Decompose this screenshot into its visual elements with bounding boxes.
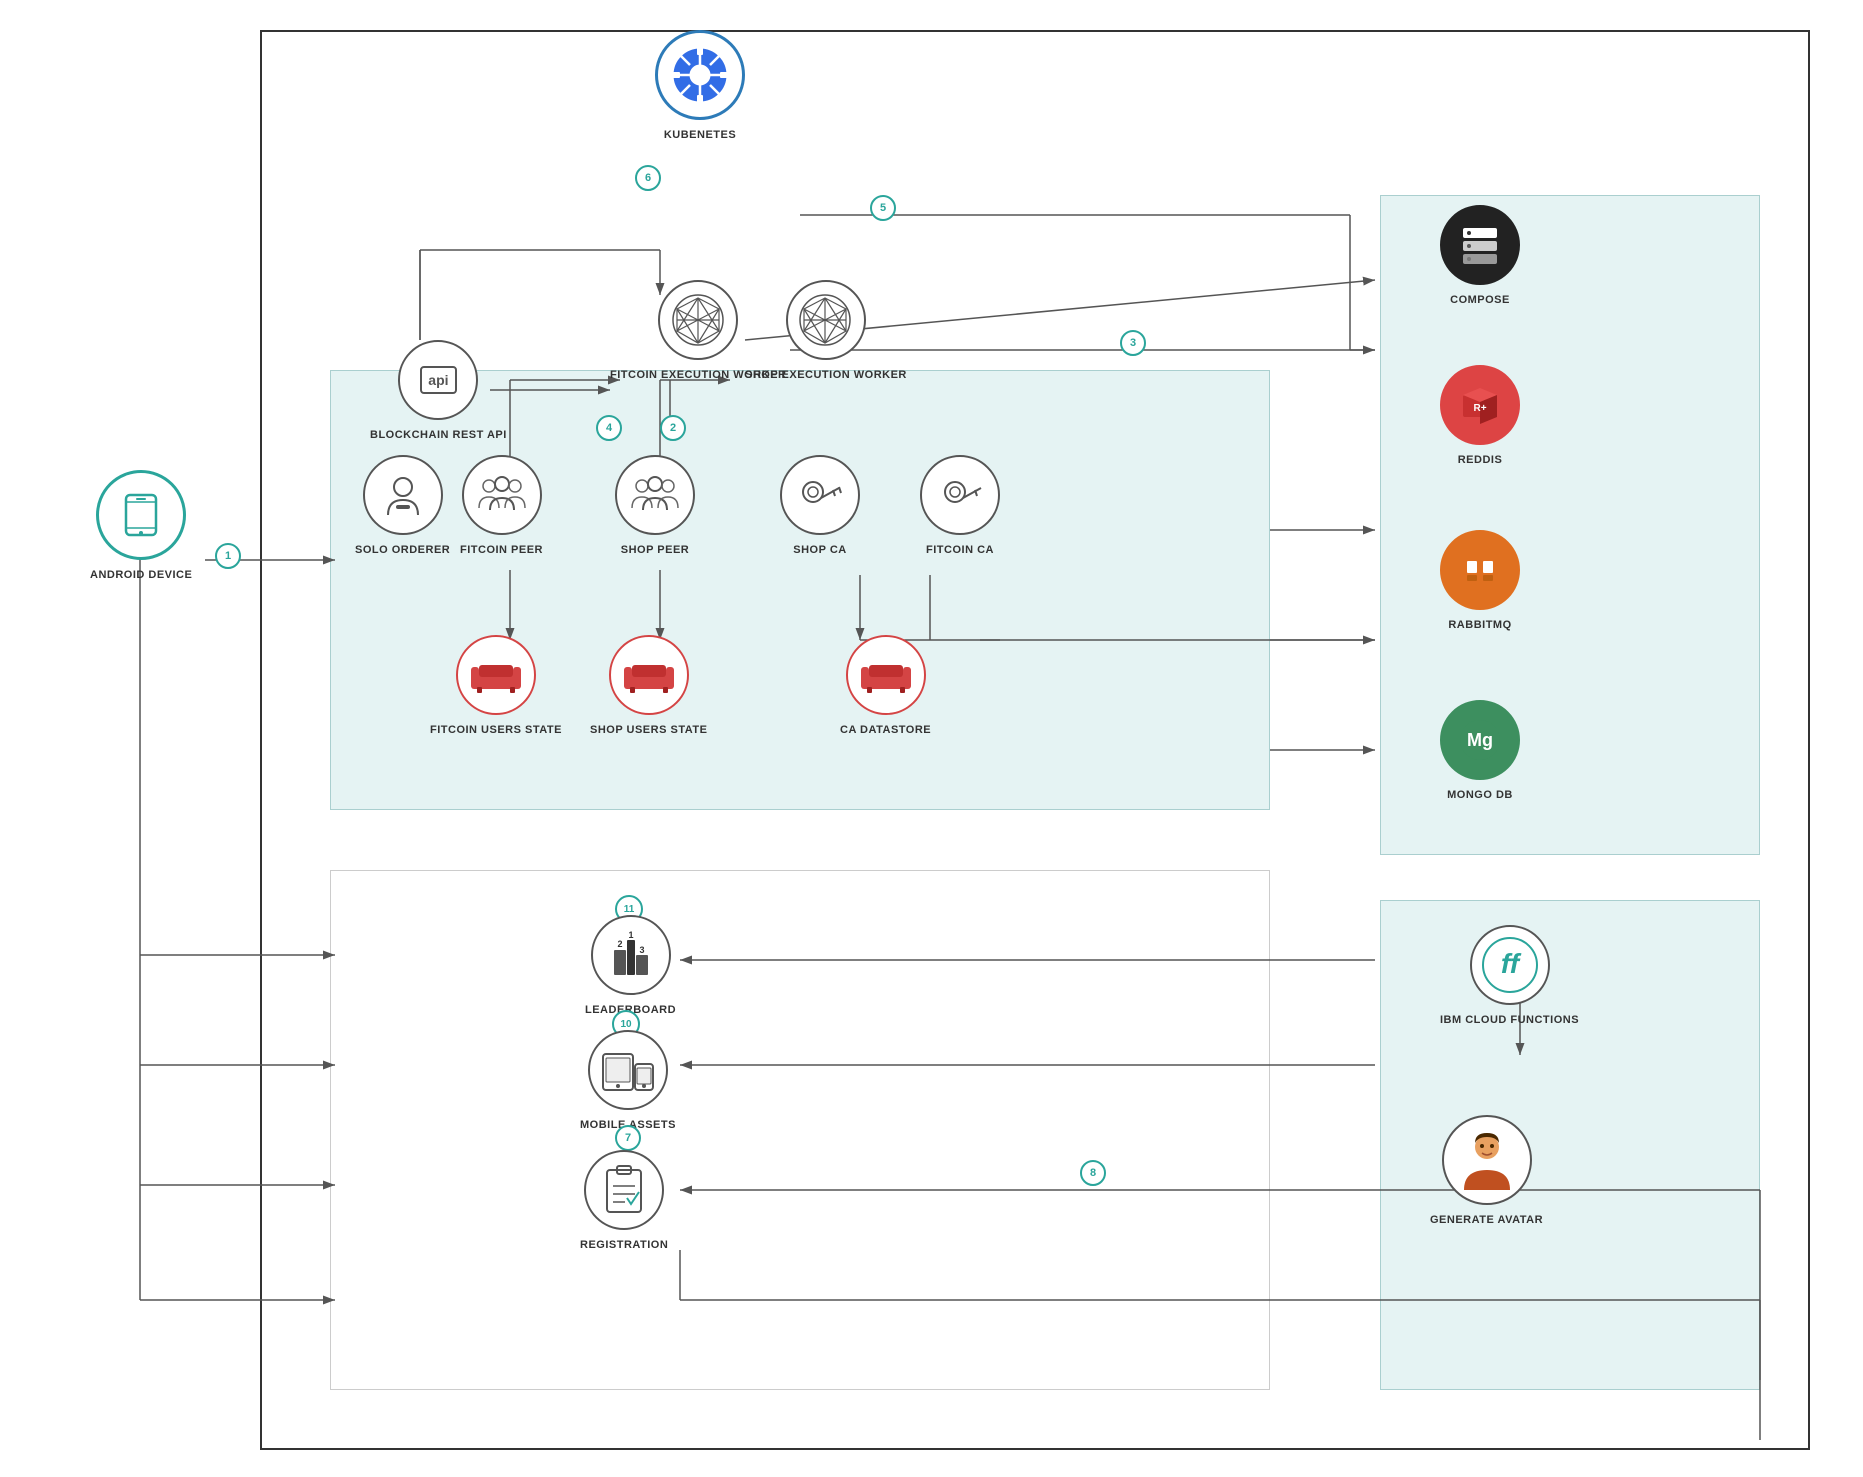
redis-icon: R+ xyxy=(1440,365,1520,445)
rabbitmq-icon xyxy=(1440,530,1520,610)
step-1: 1 xyxy=(215,543,241,569)
generate-avatar-node: GENERATE AVATAR xyxy=(1430,1115,1543,1227)
step-5: 5 xyxy=(870,195,896,221)
svg-text:2: 2 xyxy=(617,939,622,949)
svg-text:3: 3 xyxy=(639,945,644,955)
shop-state-node: SHOP USERS STATE xyxy=(590,635,707,737)
ca-datastore-icon xyxy=(846,635,926,715)
compose-node: COMPOSE xyxy=(1440,205,1520,307)
shop-ca-icon xyxy=(780,455,860,535)
compose-icon xyxy=(1440,205,1520,285)
fitcoin-state-icon xyxy=(456,635,536,715)
shop-worker-node: SHOP EXECUTION WORKER xyxy=(745,280,907,382)
shop-peer-label: SHOP PEER xyxy=(621,543,690,557)
blockchain-api-node: api BLOCKCHAIN REST API xyxy=(370,340,507,442)
shop-ca-label: SHOP CA xyxy=(793,543,846,557)
registration-node: REGISTRATION xyxy=(580,1150,668,1252)
android-node: ANDROID DEVICE xyxy=(90,470,192,582)
diagram-container: KUBENETES ANDROID DEVICE 1 api BLOCKCHAI… xyxy=(0,0,1863,1477)
rabbitmq-label: RABBITMQ xyxy=(1448,618,1511,632)
leaderboard-icon: 2 1 3 xyxy=(591,915,671,995)
mongodb-node: Mg MONGO DB xyxy=(1440,700,1520,802)
right-services-box xyxy=(1380,195,1760,855)
ca-datastore-node: CA DATASTORE xyxy=(840,635,931,737)
fitcoin-ca-label: FITCOIN CA xyxy=(926,543,994,557)
lower-box xyxy=(330,870,1270,1390)
fitcoin-peer-icon xyxy=(462,455,542,535)
fitcoin-worker-icon xyxy=(658,280,738,360)
svg-text:1: 1 xyxy=(628,930,633,940)
android-icon xyxy=(96,470,186,560)
solo-orderer-label: SOLO ORDERER xyxy=(355,543,450,557)
fitcoin-ca-node: FITCOIN CA xyxy=(920,455,1000,557)
android-label: ANDROID DEVICE xyxy=(90,568,192,582)
redis-label: REDDIS xyxy=(1458,453,1503,467)
generate-avatar-label: GENERATE AVATAR xyxy=(1430,1213,1543,1227)
redis-node: R+ REDDIS xyxy=(1440,365,1520,467)
rabbitmq-node: RABBITMQ xyxy=(1440,530,1520,632)
mobile-assets-icon xyxy=(588,1030,668,1110)
step-4: 4 xyxy=(596,415,622,441)
shop-worker-label: SHOP EXECUTION WORKER xyxy=(745,368,907,382)
mongodb-label: MONGO DB xyxy=(1447,788,1513,802)
step-3: 3 xyxy=(1120,330,1146,356)
kubernetes-node: KUBENETES xyxy=(655,30,745,142)
fitcoin-peer-node: FITCOIN PEER xyxy=(460,455,543,557)
blockchain-api-icon: api xyxy=(398,340,478,420)
svg-text:ff: ff xyxy=(1500,948,1521,979)
registration-label: REGISTRATION xyxy=(580,1238,668,1252)
generate-avatar-icon xyxy=(1442,1115,1532,1205)
ibm-cf-node: ff IBM CLOUD FUNCTIONS xyxy=(1440,925,1579,1027)
leaderboard-node: 2 1 3 LEADERBOARD xyxy=(585,915,676,1017)
mongodb-icon: Mg xyxy=(1440,700,1520,780)
ibm-cf-icon: ff xyxy=(1470,925,1550,1005)
shop-state-label: SHOP USERS STATE xyxy=(590,723,707,737)
ca-datastore-label: CA DATASTORE xyxy=(840,723,931,737)
shop-peer-icon xyxy=(615,455,695,535)
step-6: 6 xyxy=(635,165,661,191)
ibm-cf-label: IBM CLOUD FUNCTIONS xyxy=(1440,1013,1579,1027)
kubernetes-label: KUBENETES xyxy=(664,128,736,142)
registration-icon xyxy=(584,1150,664,1230)
fitcoin-state-node: FITCOIN USERS STATE xyxy=(430,635,562,737)
shop-worker-icon xyxy=(786,280,866,360)
compose-label: COMPOSE xyxy=(1450,293,1510,307)
step-7: 7 xyxy=(615,1125,641,1151)
kubernetes-icon xyxy=(655,30,745,120)
solo-orderer-icon xyxy=(363,455,443,535)
shop-ca-node: SHOP CA xyxy=(780,455,860,557)
svg-text:Mg: Mg xyxy=(1467,730,1493,750)
blockchain-api-label: BLOCKCHAIN REST API xyxy=(370,428,507,442)
solo-orderer-node: SOLO ORDERER xyxy=(355,455,450,557)
svg-text:R+: R+ xyxy=(1473,403,1486,414)
fitcoin-ca-icon xyxy=(920,455,1000,535)
step-8: 8 xyxy=(1080,1160,1106,1186)
fitcoin-state-label: FITCOIN USERS STATE xyxy=(430,723,562,737)
shop-state-icon xyxy=(609,635,689,715)
shop-peer-node: SHOP PEER xyxy=(615,455,695,557)
step-2: 2 xyxy=(660,415,686,441)
fitcoin-peer-label: FITCOIN PEER xyxy=(460,543,543,557)
mobile-assets-node: MOBILE ASSETS xyxy=(580,1030,676,1132)
